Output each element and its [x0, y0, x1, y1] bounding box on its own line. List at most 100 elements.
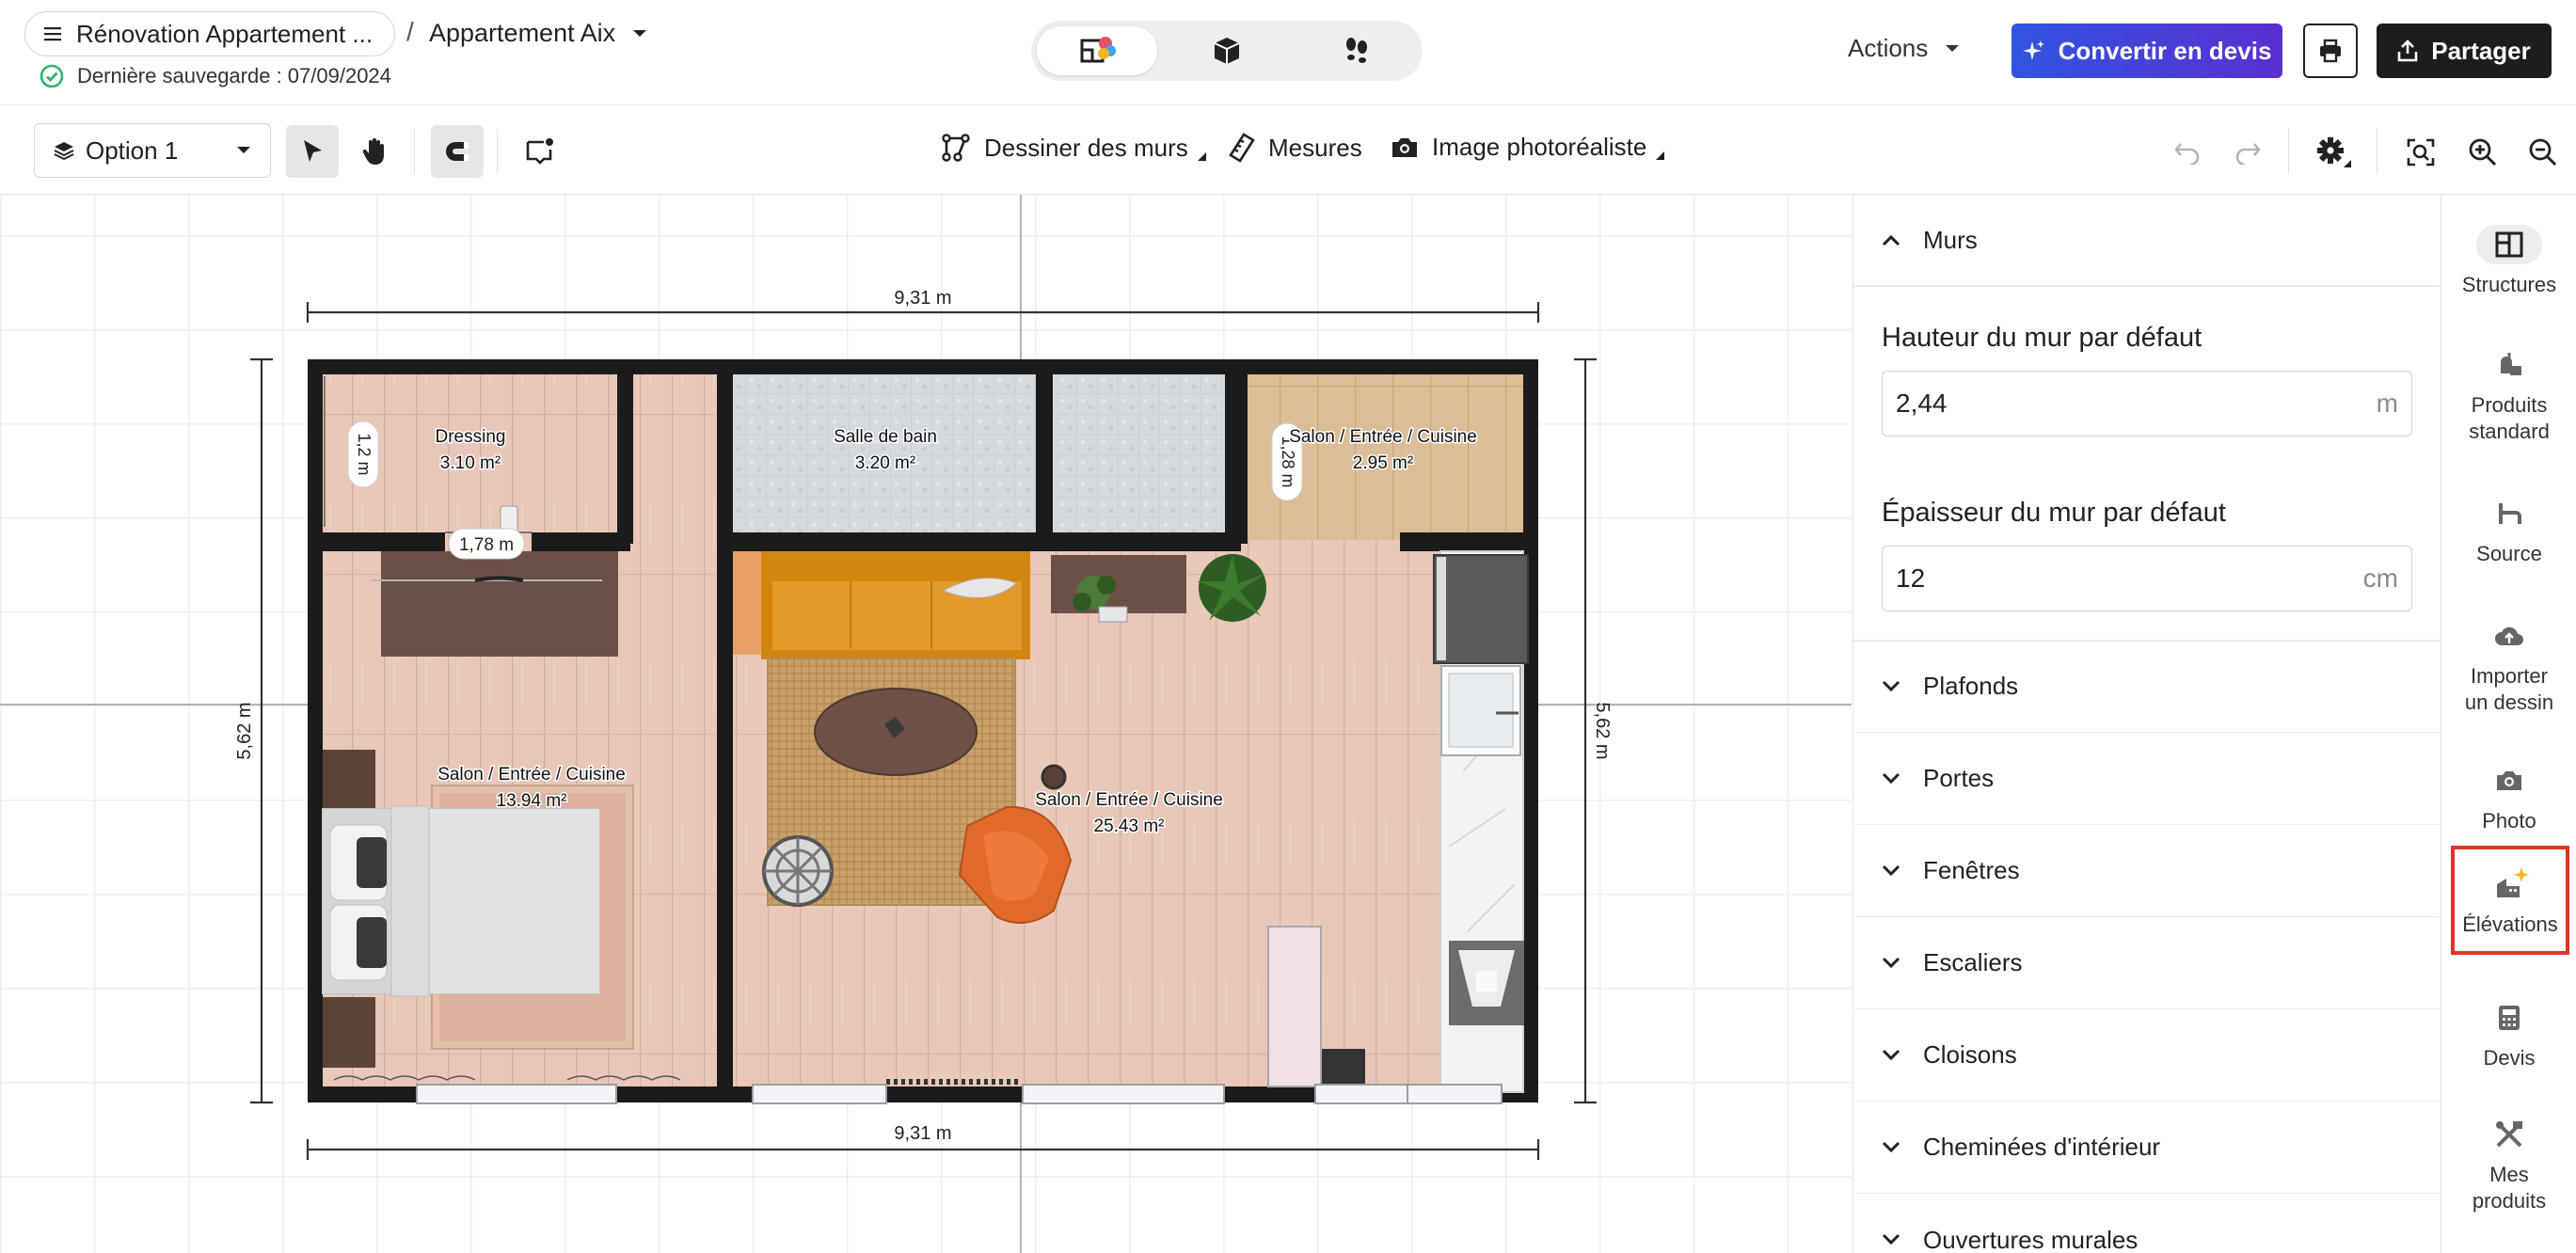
- undo-button[interactable]: [2168, 133, 2207, 172]
- section-title: Murs: [1923, 225, 1978, 254]
- toolbar-divider: [497, 129, 498, 174]
- rail-structures[interactable]: Structures: [2441, 225, 2576, 298]
- wall-height-value: 2,44: [1896, 389, 1948, 418]
- settings-button[interactable]: [2314, 133, 2354, 172]
- wall-thickness-input[interactable]: 12 cm: [1882, 546, 2412, 611]
- rail-photo[interactable]: Photo: [2441, 761, 2576, 834]
- refrigerator[interactable]: [1433, 554, 1529, 664]
- rail-label-2: un dessin: [2464, 690, 2554, 714]
- redo-button[interactable]: [2228, 133, 2267, 172]
- draw-walls-tool[interactable]: Dessiner des murs: [941, 133, 1206, 163]
- section-cloisons[interactable]: Cloisons: [1853, 1009, 2440, 1102]
- rail-source[interactable]: Source: [2441, 494, 2576, 567]
- rail-label: Structures: [2461, 273, 2557, 296]
- desk[interactable]: [1051, 555, 1186, 613]
- option-selector[interactable]: Option 1: [34, 123, 271, 178]
- actions-menu[interactable]: Actions: [1848, 34, 1960, 63]
- view-3d-button[interactable]: [1167, 26, 1287, 75]
- room-label[interactable]: Salle de bain: [833, 426, 939, 449]
- section-cheminees[interactable]: Cheminées d'intérieur: [1853, 1102, 2440, 1194]
- floor-plan-canvas[interactable]: 9,31 m 9,31 m 5,62 m 5,62 m 1,2 m 1,78 m…: [0, 195, 1852, 1253]
- wall-height-input[interactable]: 2,44 m: [1882, 371, 2412, 436]
- section-escaliers[interactable]: Escaliers: [1853, 917, 2440, 1009]
- view-walk-button[interactable]: [1296, 26, 1417, 75]
- zoom-in-icon: [2468, 137, 2498, 167]
- chevron-down-icon: [236, 146, 251, 155]
- wall-height-unit: m: [2376, 389, 2398, 418]
- dimension-top: 9,31 m: [894, 288, 951, 309]
- room-label[interactable]: Salon / Entrée / Cuisine: [1288, 426, 1479, 449]
- photorealistic-tool[interactable]: Image photoréaliste: [1391, 133, 1665, 162]
- elevations-icon: [2477, 864, 2543, 904]
- rail-produits-standard[interactable]: Produits standard: [2441, 345, 2576, 445]
- floor-plan-drawing: 9,31 m 9,31 m 5,62 m 5,62 m 1,2 m 1,78 m…: [0, 195, 1852, 1253]
- project-menu-button[interactable]: Rénovation Appartement ...: [24, 11, 395, 56]
- magnet-snap-button[interactable]: [431, 125, 484, 178]
- section-fenetres[interactable]: Fenêtres: [1853, 825, 2440, 917]
- section-plafonds[interactable]: Plafonds: [1853, 641, 2440, 733]
- chevron-up-icon: [1882, 233, 1900, 246]
- section-title: Portes: [1923, 764, 1995, 792]
- room-label[interactable]: Salon / Entrée / Cuisine: [437, 764, 628, 786]
- structures-icon: [2476, 225, 2542, 264]
- menu-icon: [44, 26, 61, 41]
- wall-thickness-label: Épaisseur du mur par défaut: [1882, 498, 2226, 528]
- section-ouvertures[interactable]: Ouvertures murales: [1853, 1194, 2440, 1253]
- measures-tool[interactable]: Mesures: [1229, 133, 1362, 163]
- select-tool-button[interactable]: [286, 125, 339, 178]
- share-upload-icon: [2397, 40, 2418, 62]
- section-title: Cloisons: [1923, 1040, 2017, 1069]
- wall-height-label: Hauteur du mur par défaut: [1882, 323, 2202, 353]
- chevron-down-icon: [1882, 957, 1900, 970]
- rail-label-2: produits: [2472, 1189, 2547, 1213]
- dimension-dressing-horizontal: 1,78 m: [459, 535, 514, 555]
- share-button[interactable]: Partager: [2377, 24, 2552, 78]
- section-title: Plafonds: [1923, 672, 2019, 700]
- chevron-down-icon: [1882, 1233, 1900, 1246]
- rail-devis[interactable]: Devis: [2441, 998, 2576, 1071]
- room-area: 13.94 m²: [497, 791, 567, 811]
- calculator-icon: [2476, 998, 2542, 1038]
- zoom-out-icon: [2528, 137, 2558, 167]
- chevron-down-icon: [1882, 680, 1900, 693]
- section-title: Ouvertures murales: [1923, 1225, 2139, 1253]
- room-label[interactable]: Salon / Entrée / Cuisine: [1034, 789, 1225, 812]
- cabinet[interactable]: [1267, 926, 1322, 1087]
- convert-to-quote-button[interactable]: Convertir en devis: [2012, 24, 2282, 78]
- side-table: [733, 551, 761, 655]
- draw-walls-label: Dessiner des murs: [984, 133, 1188, 162]
- rail-mes-produits[interactable]: Mes produits: [2441, 1115, 2576, 1214]
- pan-tool-button[interactable]: [348, 125, 401, 178]
- zoom-in-button[interactable]: [2463, 133, 2503, 172]
- rail-importer-dessin[interactable]: Importer un dessin: [2441, 616, 2576, 716]
- layers-icon: [54, 140, 74, 161]
- apartment-selector[interactable]: Appartement Aix: [429, 19, 647, 48]
- photo-icon: [2476, 761, 2542, 801]
- bathroom-floor: [733, 374, 1225, 540]
- room-tag-button[interactable]: [514, 125, 566, 178]
- apartment-name: Appartement Aix: [429, 19, 616, 47]
- my-products-icon: [2476, 1115, 2542, 1154]
- focus-view-button[interactable]: [2401, 133, 2441, 172]
- submenu-indicator: [1197, 151, 1206, 161]
- rail-elevations[interactable]: Élévations: [2451, 846, 2569, 955]
- print-button[interactable]: [2303, 24, 2358, 78]
- undo-icon: [2173, 140, 2202, 165]
- save-status-text: Dernière sauvegarde : 07/09/2024: [77, 64, 391, 87]
- save-status: Dernière sauvegarde : 07/09/2024: [40, 64, 391, 88]
- toolbar-divider: [414, 129, 415, 174]
- dressing-wardrobe[interactable]: [381, 551, 618, 657]
- products-icon: [2476, 345, 2542, 385]
- section-portes[interactable]: Portes: [1853, 733, 2440, 825]
- box-3d-icon: [1211, 35, 1243, 67]
- room-label[interactable]: Dressing: [434, 426, 507, 449]
- top-bar: Rénovation Appartement ... / Appartement…: [0, 0, 2576, 105]
- zoom-out-button[interactable]: [2523, 133, 2563, 172]
- rattan-chair[interactable]: [762, 835, 834, 907]
- dimension-right: 5,62 m: [1592, 702, 1613, 759]
- view-2d-button[interactable]: [1037, 26, 1157, 75]
- rail-label: Mes: [2489, 1163, 2529, 1186]
- section-murs-header[interactable]: Murs: [1853, 195, 2440, 285]
- right-nav-rail: Structures Produits standard Source Impo…: [2441, 195, 2576, 1253]
- room-area: 2.95 m²: [1353, 453, 1413, 473]
